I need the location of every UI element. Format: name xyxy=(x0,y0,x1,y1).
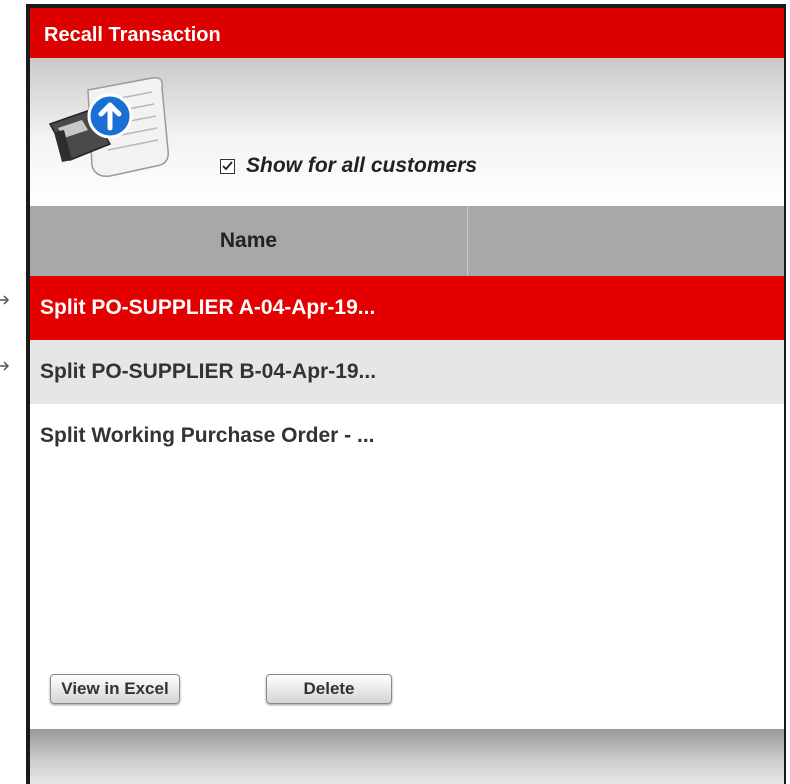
delete-button[interactable]: Delete xyxy=(266,674,392,704)
table-header: Name xyxy=(30,206,784,276)
arrow-right-icon xyxy=(0,361,10,371)
arrow-right-icon xyxy=(0,295,10,305)
transaction-list: Split PO-SUPPLIER A-04-Apr-19... Split P… xyxy=(30,276,784,729)
show-all-label: Show for all customers xyxy=(246,154,478,177)
table-row[interactable]: Split PO-SUPPLIER B-04-Apr-19... xyxy=(30,340,784,404)
dialog-header: Show for all customers xyxy=(30,58,784,206)
view-in-excel-button[interactable]: View in Excel xyxy=(50,674,180,704)
show-all-checkbox[interactable] xyxy=(220,158,235,174)
dialog-footer xyxy=(30,729,784,784)
check-icon xyxy=(222,161,233,171)
table-row[interactable]: Split Working Purchase Order - ... xyxy=(30,404,784,468)
recall-scroll-icon xyxy=(48,76,169,178)
show-all-customers-option[interactable]: Show for all customers xyxy=(220,154,477,178)
table-row[interactable]: Split PO-SUPPLIER A-04-Apr-19... xyxy=(30,276,784,340)
column-header-name[interactable]: Name xyxy=(30,206,468,276)
recall-transaction-dialog: Recall Transaction Show for all customer… xyxy=(26,4,786,784)
dialog-title: Recall Transaction xyxy=(30,8,784,58)
column-header-empty[interactable] xyxy=(468,206,784,276)
